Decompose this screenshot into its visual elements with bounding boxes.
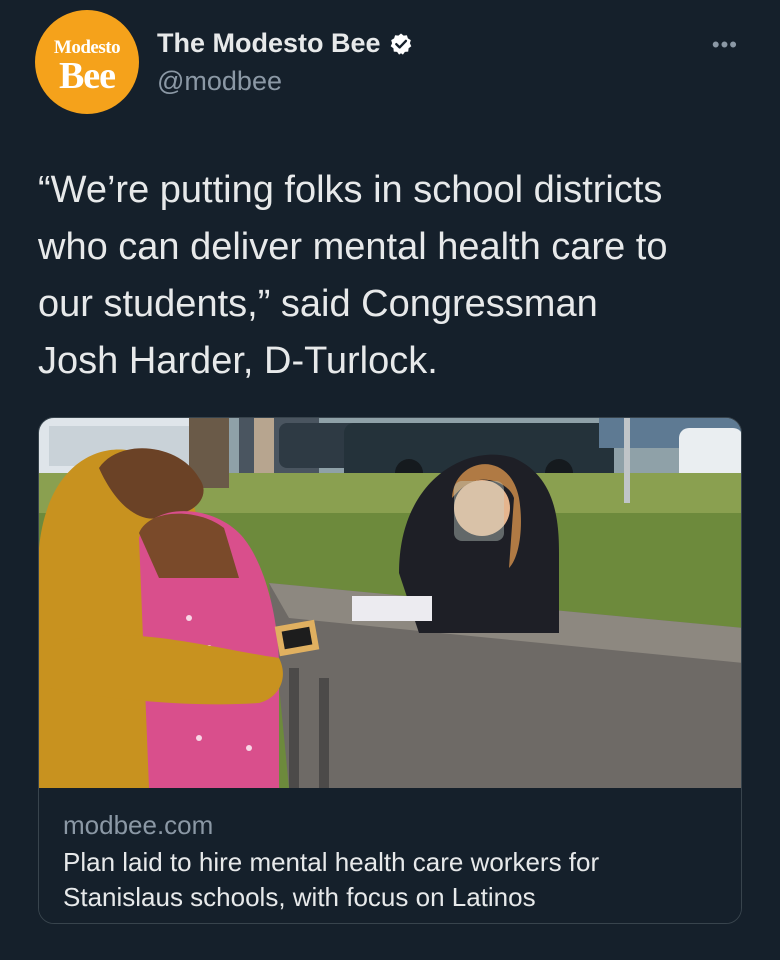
link-card[interactable]: modbee.com Plan laid to hire mental heal…: [38, 417, 742, 924]
card-domain: modbee.com: [63, 810, 214, 840]
card-body: modbee.com Plan laid to hire mental heal…: [39, 788, 741, 923]
card-title: Plan laid to hire mental health care wor…: [63, 847, 600, 912]
card-image: [39, 418, 741, 788]
tweet: Modesto Bee The Modesto Bee @modbee ••• …: [0, 0, 780, 960]
author-name-row: The Modesto Bee: [157, 28, 413, 59]
handle[interactable]: @modbee: [157, 66, 282, 97]
display-name[interactable]: The Modesto Bee: [157, 28, 381, 59]
avatar[interactable]: Modesto Bee: [35, 10, 139, 114]
avatar-logo-line2: Bee: [58, 55, 116, 97]
verified-badge-icon: [389, 32, 413, 56]
more-horizontal-icon[interactable]: •••: [712, 32, 738, 58]
tweet-text: “We’re putting folks in school districts…: [38, 169, 668, 382]
